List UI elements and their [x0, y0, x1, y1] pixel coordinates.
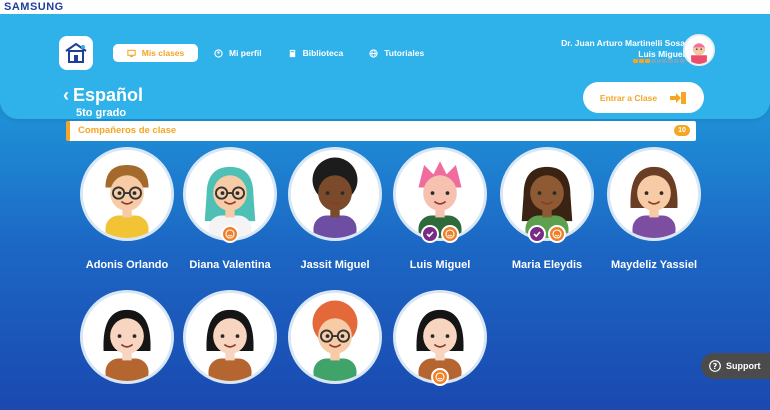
nav-label: Mis clases: [141, 48, 185, 58]
student-badges: [170, 225, 290, 243]
user-avatar[interactable]: [683, 34, 715, 66]
enter-arrow-icon: [670, 91, 687, 104]
user-avatar-illustration: [685, 36, 713, 64]
nav-tutoriales[interactable]: Tutoriales: [359, 44, 434, 62]
nav-label: Tutoriales: [384, 48, 425, 58]
progress-segment: [633, 59, 638, 63]
progress-segment: [644, 59, 650, 63]
student-badges: [380, 225, 500, 243]
student-badges: [380, 368, 500, 386]
main-nav: Mis clases Mi perfil Biblioteca Tutorial…: [113, 44, 434, 62]
header: Mis clases Mi perfil Biblioteca Tutorial…: [0, 14, 770, 119]
section-title: Compañeros de clase: [78, 125, 177, 136]
enter-class-label: Entrar a Clase: [599, 92, 658, 103]
page-subtitle: 5to grado: [76, 107, 127, 119]
progress-segment: [650, 59, 656, 63]
svg-text:?: ?: [713, 362, 718, 371]
student-avatar-illustration: [610, 150, 698, 238]
classmates-count: 10: [674, 125, 690, 136]
smile-badge-icon: [441, 225, 459, 243]
check-badge-icon: [421, 225, 439, 243]
check-badge-icon: [528, 225, 546, 243]
progress-segment: [638, 59, 644, 63]
page-title: Español: [73, 85, 144, 105]
student-avatar[interactable]: [80, 290, 174, 384]
nav-mi-perfil[interactable]: Mi perfil: [204, 44, 272, 62]
globe-icon: [369, 48, 378, 58]
user-info: Dr. Juan Arturo Martinelli Sosa Luis Mig…: [561, 38, 685, 59]
brand-logo: SAMSUNG: [4, 1, 64, 13]
progress-segment: [668, 59, 674, 63]
student-avatar-illustration: [291, 150, 379, 238]
help-icon: ?: [709, 360, 721, 372]
nav-biblioteca[interactable]: Biblioteca: [278, 44, 354, 62]
student-avatar-illustration: [83, 150, 171, 238]
book-icon: [289, 49, 295, 57]
nav-label: Mi perfil: [229, 48, 262, 58]
monitor-icon: [127, 49, 136, 57]
student-avatar-illustration: [291, 293, 379, 381]
student-avatar-illustration: [186, 293, 274, 381]
back-link[interactable]: ‹ Español: [63, 85, 143, 106]
support-label: Support: [726, 361, 761, 371]
progress-segment: [662, 59, 668, 63]
chevron-left-icon: ‹: [63, 85, 69, 105]
profile-icon: [214, 48, 223, 58]
student-avatar[interactable]: [607, 147, 701, 241]
student-avatar[interactable]: [183, 290, 277, 384]
progress-segment: [656, 59, 662, 63]
nav-mis-clases[interactable]: Mis clases: [113, 44, 198, 62]
school-house-icon: [65, 42, 87, 63]
classmates-section-bar: Compañeros de clase 10: [66, 121, 696, 141]
student-name: Maydeliz Yassiel: [610, 259, 698, 271]
smile-badge-icon: [431, 368, 449, 386]
app-logo[interactable]: [59, 36, 93, 70]
smile-badge-icon: [548, 225, 566, 243]
student-avatar[interactable]: [288, 290, 382, 384]
brand-strip: SAMSUNG: [0, 0, 770, 14]
enter-class-button[interactable]: Entrar a Clase: [583, 82, 704, 113]
student-name: Luis Miguel: [638, 49, 685, 59]
student-avatar[interactable]: [288, 147, 382, 241]
student-badges: [487, 225, 607, 243]
nav-label: Biblioteca: [302, 48, 344, 58]
teacher-name: Dr. Juan Arturo Martinelli Sosa: [561, 38, 685, 48]
support-button[interactable]: ? Support: [701, 353, 770, 379]
student-avatar-illustration: [83, 293, 171, 381]
level-progress: [633, 59, 686, 63]
progress-segment: [674, 59, 680, 63]
student-avatar[interactable]: [80, 147, 174, 241]
progress-segment: [680, 59, 686, 63]
smile-badge-icon: [221, 225, 239, 243]
